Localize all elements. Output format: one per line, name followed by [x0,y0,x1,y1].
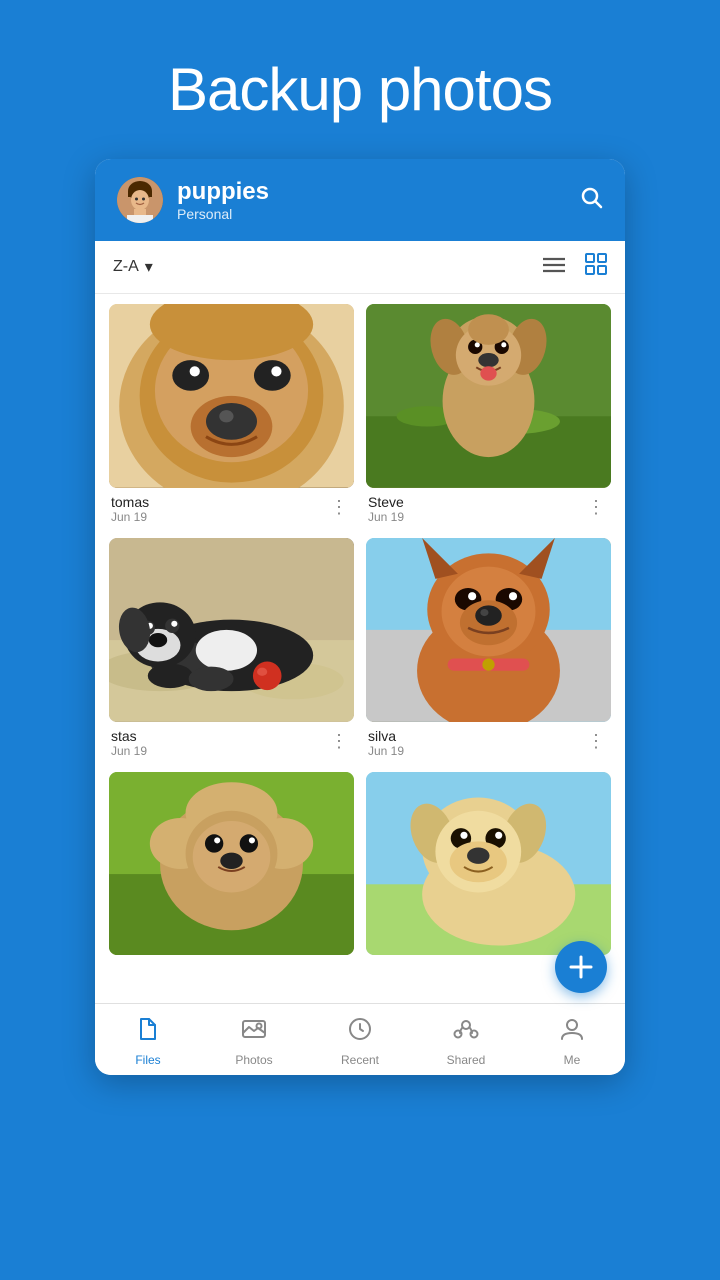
add-button[interactable] [555,941,607,993]
list-item [109,772,354,964]
list-item: Steve Jun 19 ⋮ [366,304,611,526]
shared-icon [453,1016,479,1049]
list-item [366,772,611,964]
photo-name: stas [111,728,147,744]
photos-icon [241,1016,267,1049]
photo-name: tomas [111,494,149,510]
photo-thumbnail[interactable] [109,304,354,488]
list-item: tomas Jun 19 ⋮ [109,304,354,526]
recent-icon [347,1016,373,1049]
photo-thumbnail[interactable] [109,772,354,956]
photo-date: Jun 19 [368,744,404,758]
fab-area [95,963,625,1003]
folder-type: Personal [177,206,565,222]
photo-meta: silva Jun 19 ⋮ [366,722,611,760]
nav-label-me: Me [564,1053,581,1067]
photo-name: Steve [368,494,404,510]
nav-item-files[interactable]: Files [95,1004,201,1075]
header-text: puppies Personal [177,178,565,222]
app-header: puppies Personal [95,159,625,241]
avatar[interactable] [117,177,163,223]
folder-name: puppies [177,178,565,206]
nav-item-me[interactable]: Me [519,1004,625,1075]
photo-thumbnail[interactable] [366,538,611,722]
photo-thumbnail[interactable] [366,772,611,956]
nav-item-photos[interactable]: Photos [201,1004,307,1075]
photo-thumbnail[interactable] [366,304,611,488]
nav-label-files: Files [135,1053,160,1067]
filter-icon[interactable] [543,256,565,279]
nav-label-shared: Shared [447,1053,486,1067]
photo-meta [109,955,354,963]
photo-thumbnail[interactable] [109,538,354,722]
more-options-button[interactable]: ⋮ [326,494,352,520]
app-card: puppies Personal Z-A ▾ [95,159,625,1075]
page-headline: Backup photos [30,55,690,124]
nav-label-recent: Recent [341,1053,379,1067]
grid-view-icon[interactable] [585,253,607,281]
files-icon [135,1016,161,1049]
photo-date: Jun 19 [111,744,147,758]
nav-item-shared[interactable]: Shared [413,1004,519,1075]
more-options-button[interactable]: ⋮ [326,728,352,754]
list-item: silva Jun 19 ⋮ [366,538,611,760]
photo-date: Jun 19 [111,510,149,524]
page: Backup photos [0,0,720,1280]
nav-label-photos: Photos [235,1053,272,1067]
more-options-button[interactable]: ⋮ [583,494,609,520]
photo-meta: tomas Jun 19 ⋮ [109,488,354,526]
nav-item-recent[interactable]: Recent [307,1004,413,1075]
sort-label: Z-A [113,258,139,276]
more-options-button[interactable]: ⋮ [583,728,609,754]
toolbar-right [543,253,607,281]
me-icon [559,1016,585,1049]
photo-date: Jun 19 [368,510,404,524]
toolbar: Z-A ▾ [95,241,625,294]
photo-name: silva [368,728,404,744]
photo-meta: Steve Jun 19 ⋮ [366,488,611,526]
photo-meta: stas Jun 19 ⋮ [109,722,354,760]
headline-section: Backup photos [0,0,720,159]
list-item: stas Jun 19 ⋮ [109,538,354,760]
photo-grid: tomas Jun 19 ⋮ [109,304,611,963]
sort-button[interactable]: Z-A ▾ [113,257,153,277]
search-button[interactable] [579,185,603,215]
content-area: tomas Jun 19 ⋮ [95,294,625,963]
sort-chevron: ▾ [145,257,153,277]
bottom-navigation: Files Photos [95,1003,625,1075]
